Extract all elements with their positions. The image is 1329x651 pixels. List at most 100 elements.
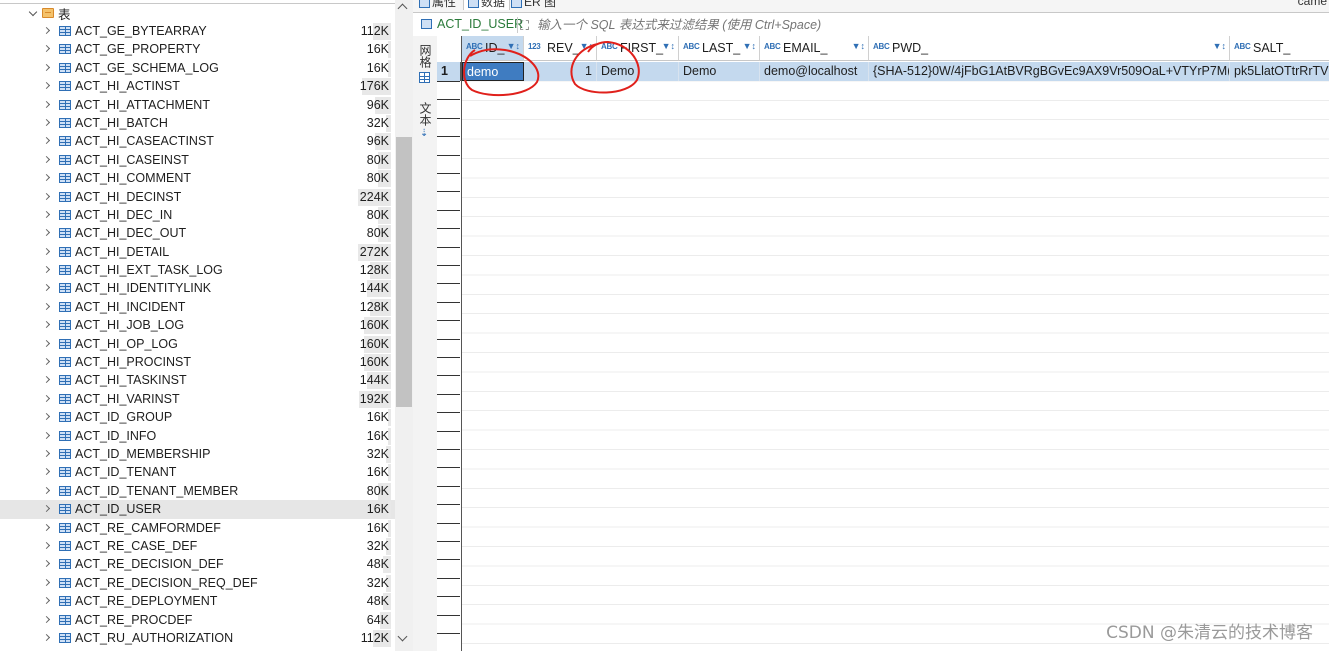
connection-label[interactable]: came <box>1298 0 1327 8</box>
chevron-right-icon[interactable] <box>44 229 52 237</box>
sort-filter-icon[interactable] <box>662 41 675 52</box>
chevron-right-icon[interactable] <box>44 266 52 274</box>
tree-item-table[interactable]: ACT_GE_PROPERTY 16K <box>0 40 395 59</box>
tree-item-table[interactable]: ACT_HI_DETAIL 272K <box>0 243 395 261</box>
chevron-right-icon[interactable] <box>44 284 52 292</box>
chevron-right-icon[interactable] <box>44 193 52 201</box>
cell-rev[interactable]: 1 <box>524 62 597 81</box>
chevron-right-icon[interactable] <box>44 64 52 72</box>
cell-first[interactable]: Demo <box>597 62 679 81</box>
scroll-down-icon[interactable] <box>397 631 408 642</box>
chevron-right-icon[interactable] <box>44 616 52 624</box>
cell-email[interactable]: demo@localhost <box>760 62 869 81</box>
result-grid[interactable]: ABCID_123REV_ABCFIRST_ABCLAST_ABCEMAIL_A… <box>462 36 1329 651</box>
sort-filter-icon[interactable] <box>580 41 593 52</box>
chevron-right-icon[interactable] <box>44 376 52 384</box>
column-header-email[interactable]: ABC EMAIL_ <box>760 36 869 61</box>
tree-item-table[interactable]: ACT_ID_GROUP 16K <box>0 408 395 427</box>
tree-item-table[interactable]: ACT_RE_PROCDEF 64K <box>0 611 395 629</box>
filter-icon[interactable]: ⇣ <box>420 128 428 139</box>
chevron-right-icon[interactable] <box>44 505 52 513</box>
cell-id[interactable]: demo <box>462 62 524 81</box>
tab-er-diagram[interactable]: ER 图 <box>511 0 556 10</box>
chevron-right-icon[interactable] <box>44 137 52 145</box>
side-tab-text[interactable]: 文本 <box>416 102 434 126</box>
chevron-right-icon[interactable] <box>44 321 52 329</box>
chevron-right-icon[interactable] <box>44 358 52 366</box>
column-header-first[interactable]: ABC FIRST_ <box>597 36 679 61</box>
column-header-id[interactable]: ABC ID_ <box>462 36 524 61</box>
grid-icon[interactable] <box>419 72 430 83</box>
tree-item-table[interactable]: ACT_HI_OP_LOG 160K <box>0 335 395 353</box>
tree-item-table[interactable]: ACT_RE_CAMFORMDEF 16K <box>0 519 395 537</box>
chevron-right-icon[interactable] <box>44 82 52 90</box>
chevron-right-icon[interactable] <box>44 413 52 421</box>
chevron-right-icon[interactable] <box>44 395 52 403</box>
tree-item-table[interactable]: ACT_RE_DECISION_DEF 48K <box>0 555 395 574</box>
cell-salt[interactable]: pk5LlatOTtrRrTV <box>1230 62 1329 81</box>
chevron-right-icon[interactable] <box>44 211 52 219</box>
expand-icon[interactable]: ⛶ <box>520 18 529 34</box>
tree-item-table[interactable]: ACT_ID_USER 16K <box>0 500 395 519</box>
chevron-right-icon[interactable] <box>44 45 52 53</box>
cell-pwd[interactable]: {SHA-512}0W/4jFbG1AtBVRgBGvEc9AX9Vr509Oa… <box>869 62 1230 81</box>
row-number[interactable]: 1 <box>437 62 461 81</box>
chevron-right-icon[interactable] <box>44 340 52 348</box>
tree-item-table[interactable]: ACT_HI_IDENTITYLINK 144K <box>0 279 395 298</box>
column-header-rev[interactable]: 123 REV_ <box>524 36 597 61</box>
tree-item-table[interactable]: ACT_ID_INFO 16K <box>0 427 395 445</box>
tree-item-table[interactable]: ACT_HI_DECINST 224K <box>0 188 395 206</box>
chevron-right-icon[interactable] <box>44 303 52 311</box>
chevron-right-icon[interactable] <box>44 450 52 458</box>
column-header-pwd[interactable]: ABC PWD_ <box>869 36 1230 61</box>
tree-node-tables[interactable]: 表 <box>28 4 71 22</box>
tree-item-table[interactable]: ACT_HI_VARINST 192K <box>0 390 395 408</box>
scroll-up-icon[interactable] <box>397 3 408 14</box>
chevron-right-icon[interactable] <box>44 174 52 182</box>
tree-item-table[interactable]: ACT_ID_TENANT 16K <box>0 463 395 482</box>
tree-item-table[interactable]: ACT_HI_PROCINST 160K <box>0 353 395 372</box>
chevron-right-icon[interactable] <box>44 579 52 587</box>
tree-item-table[interactable]: ACT_HI_COMMENT 80K <box>0 169 395 188</box>
tree-item-table[interactable]: ACT_HI_ATTACHMENT 96K <box>0 96 395 114</box>
chevron-right-icon[interactable] <box>44 634 52 642</box>
chevron-right-icon[interactable] <box>44 156 52 164</box>
tree-item-table[interactable]: ACT_GE_BYTEARRAY 112K <box>0 22 395 40</box>
tree-item-table[interactable]: ACT_HI_JOB_LOG 160K <box>0 316 395 335</box>
tree-item-table[interactable]: ACT_ID_MEMBERSHIP 32K <box>0 445 395 463</box>
cell-last[interactable]: Demo <box>679 62 760 81</box>
tree-item-table[interactable]: ACT_RE_DECISION_REQ_DEF 32K <box>0 574 395 592</box>
sort-filter-icon[interactable] <box>507 41 520 52</box>
chevron-right-icon[interactable] <box>44 560 52 568</box>
chevron-right-icon[interactable] <box>44 101 52 109</box>
chevron-right-icon[interactable] <box>44 542 52 550</box>
chevron-right-icon[interactable] <box>44 119 52 127</box>
column-header-last[interactable]: ABC LAST_ <box>679 36 760 61</box>
sort-filter-icon[interactable] <box>852 41 865 52</box>
tree-item-table[interactable]: ACT_HI_EXT_TASK_LOG 128K <box>0 261 395 280</box>
tree-item-table[interactable]: ACT_HI_BATCH 32K <box>0 114 395 132</box>
chevron-right-icon[interactable] <box>44 432 52 440</box>
sql-filter-input[interactable] <box>537 16 1317 34</box>
tree-item-table[interactable]: ACT_HI_ACTINST 176K <box>0 77 395 96</box>
tree-item-table[interactable]: ACT_RE_CASE_DEF 32K <box>0 537 395 555</box>
tree-item-table[interactable]: ACT_HI_INCIDENT 128K <box>0 298 395 316</box>
tree-item-table[interactable]: ACT_RE_DEPLOYMENT 48K <box>0 592 395 611</box>
column-header-salt[interactable]: ABC SALT_ <box>1230 36 1329 61</box>
chevron-right-icon[interactable] <box>44 487 52 495</box>
tree-item-table[interactable]: ACT_GE_SCHEMA_LOG 16K <box>0 59 395 77</box>
sort-filter-icon[interactable] <box>743 41 756 52</box>
tree-item-table[interactable]: ACT_HI_DEC_OUT 80K <box>0 224 395 243</box>
tree-scrollbar[interactable] <box>395 0 413 651</box>
tree-item-table[interactable]: ACT_HI_CASEINST 80K <box>0 151 395 169</box>
tree-item-table[interactable]: ACT_HI_DEC_IN 80K <box>0 206 395 224</box>
tree-item-table[interactable]: ACT_RU_AUTHORIZATION 112K <box>0 629 395 647</box>
chevron-down-icon[interactable] <box>28 8 38 18</box>
chevron-right-icon[interactable] <box>44 597 52 605</box>
chevron-right-icon[interactable] <box>44 27 52 35</box>
tree-item-table[interactable]: ACT_ID_TENANT_MEMBER 80K <box>0 482 395 500</box>
chevron-right-icon[interactable] <box>44 524 52 532</box>
chevron-right-icon[interactable] <box>44 468 52 476</box>
table-row[interactable]: demo 1 Demo Demo demo@localhost {SHA-512}0W/4… <box>462 62 1329 81</box>
tree-item-table[interactable]: ACT_HI_TASKINST 144K <box>0 371 395 390</box>
